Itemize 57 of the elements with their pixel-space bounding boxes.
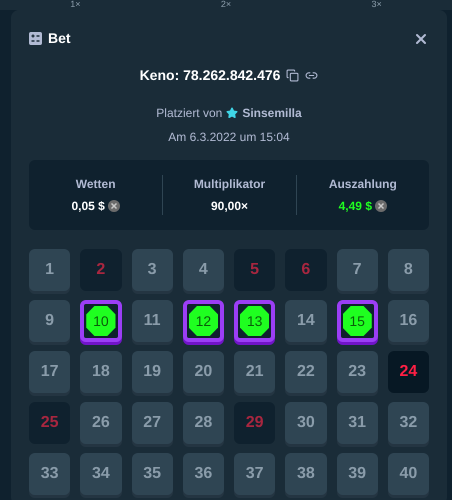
betslip-icon [29,32,42,45]
number-tile[interactable]: 10 [80,300,122,342]
number-tile[interactable]: 36 [182,453,224,495]
multiplier-label: 3× [372,0,382,9]
number-tile[interactable]: 12 [182,300,224,342]
placed-by-label: Platziert von [156,105,222,122]
number-tile[interactable]: 13 [234,300,276,342]
number-tile[interactable]: 6 [285,249,326,291]
number-tile[interactable]: 19 [132,351,173,393]
number-tile[interactable]: 26 [80,402,122,444]
multiplier-label: 1× [70,0,80,9]
game-id: Keno: 78.262.842.476 [140,66,280,85]
number-tile[interactable]: 22 [285,351,326,393]
modal-title: Bet [48,29,71,48]
number-tile[interactable]: 24 [388,351,429,393]
number-tile[interactable]: 32 [388,402,429,444]
stat-label: Auszahlung [328,176,397,193]
number-tile[interactable]: 15 [336,300,378,342]
number-tile[interactable]: 23 [336,351,378,393]
number-tile[interactable]: 4 [182,249,224,291]
copy-icon[interactable] [286,69,300,82]
number-tile[interactable]: 39 [336,453,378,495]
number-tile[interactable]: 3 [132,249,173,291]
number-tile[interactable]: 35 [132,453,173,495]
number-tile[interactable]: 37 [234,453,276,495]
stat-value: 90,00× [210,198,248,215]
number-tile[interactable]: 40 [388,453,429,495]
number-tile[interactable]: 18 [80,351,122,393]
number-tile[interactable]: 33 [29,453,70,495]
number-tile[interactable]: 31 [336,402,378,444]
stat-label: Wetten [76,176,116,193]
number-tile[interactable]: 9 [29,300,70,342]
number-tile[interactable]: 28 [182,402,224,444]
stat-value: 0,05 $ [71,198,105,215]
number-tile[interactable]: 25 [29,402,70,444]
number-tile[interactable]: 5 [234,249,276,291]
stat-value: 4,49 $ [338,198,372,215]
number-tile[interactable]: 11 [132,300,173,342]
number-tile[interactable]: 27 [132,402,173,444]
multiplier-label: 2× [220,0,232,9]
number-tile[interactable]: 7 [336,249,378,291]
number-tile[interactable]: 16 [388,300,429,342]
bet-date: Am 6.3.2022 um 15:04 [167,129,291,146]
number-tile[interactable]: 38 [285,453,326,495]
number-tile[interactable]: 34 [80,453,122,495]
number-tile[interactable]: 29 [234,402,276,444]
number-tile[interactable]: 20 [182,351,224,393]
stat-label: Multiplikator [194,176,266,193]
user-link[interactable]: Sinsemilla [242,104,302,122]
number-tile[interactable]: 17 [29,351,70,393]
number-tile[interactable]: 21 [234,351,276,393]
number-tile[interactable]: 14 [285,300,326,342]
number-tile[interactable]: 2 [80,249,122,291]
number-tile[interactable]: 8 [388,249,429,291]
star-icon [226,107,238,119]
number-tile[interactable]: 30 [285,402,326,444]
number-tile[interactable]: 1 [29,249,70,291]
